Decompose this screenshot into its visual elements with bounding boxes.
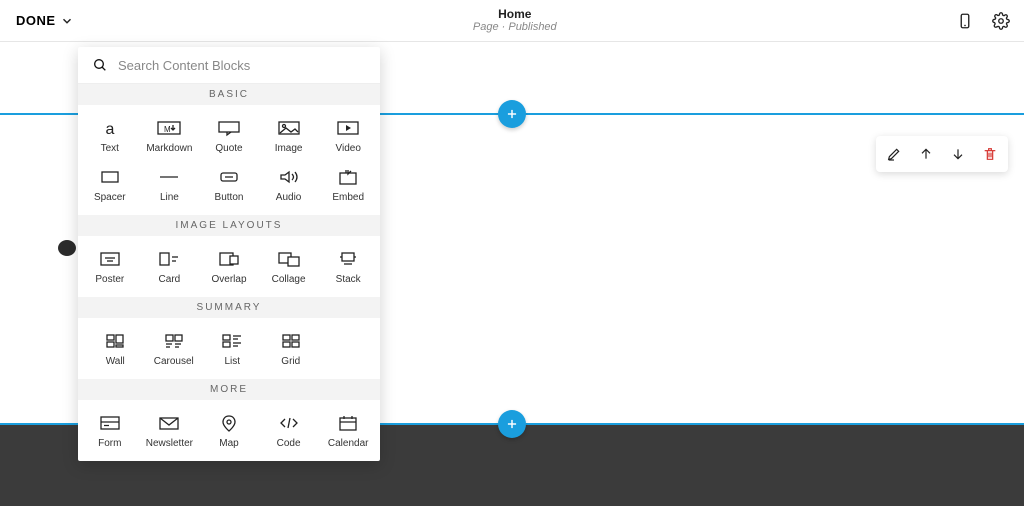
map-icon: [215, 414, 243, 432]
block-carousel[interactable]: Carousel: [145, 324, 204, 373]
block-poster[interactable]: Poster: [80, 242, 140, 291]
quote-icon: [215, 119, 243, 137]
block-map[interactable]: Map: [199, 406, 259, 455]
top-bar: DONE Home Page · Published: [0, 0, 1024, 42]
block-grid[interactable]: Grid: [262, 324, 321, 373]
edit-button[interactable]: [880, 140, 908, 168]
block-calendar[interactable]: Calendar: [318, 406, 378, 455]
add-section-button-bottom[interactable]: [498, 410, 526, 438]
move-down-button[interactable]: [944, 140, 972, 168]
grid-image-layouts: Poster Card Overlap Collage Stack: [78, 236, 380, 297]
newsletter-icon: [155, 414, 183, 432]
block-video[interactable]: Video: [318, 111, 378, 160]
overlap-icon: [215, 250, 243, 268]
gear-icon[interactable]: [992, 12, 1010, 30]
video-icon: [334, 119, 362, 137]
markdown-icon: M: [155, 119, 183, 137]
block-button[interactable]: Button: [199, 160, 259, 209]
page-title: Home: [473, 7, 557, 21]
block-newsletter[interactable]: Newsletter: [140, 406, 200, 455]
wall-icon: [101, 332, 129, 350]
block-insertion-marker[interactable]: [58, 240, 76, 256]
stack-icon: [334, 250, 362, 268]
embed-icon: [334, 168, 362, 186]
grid-basic: a Text M Markdown Quote Image Video S: [78, 105, 380, 215]
poster-icon: [96, 250, 124, 268]
svg-text:M: M: [164, 125, 171, 134]
search-input[interactable]: [118, 58, 366, 73]
image-icon: [275, 119, 303, 137]
block-code[interactable]: Code: [259, 406, 319, 455]
editor-canvas: BASIC a Text M Markdown Quote Image Vide…: [0, 42, 1024, 506]
search-icon: [92, 57, 108, 73]
code-icon: [275, 414, 303, 432]
delete-button[interactable]: [976, 140, 1004, 168]
mobile-preview-icon[interactable]: [956, 12, 974, 30]
grid-more: Form Newsletter Map Code Calendar: [78, 400, 380, 461]
page-subtitle: Page · Published: [473, 21, 557, 34]
block-list[interactable]: List: [203, 324, 262, 373]
block-markdown[interactable]: M Markdown: [140, 111, 200, 160]
section-header-image-layouts: IMAGE LAYOUTS: [78, 215, 380, 236]
block-audio[interactable]: Audio: [259, 160, 319, 209]
section-header-more: MORE: [78, 379, 380, 400]
section-header-basic: BASIC: [78, 84, 380, 105]
block-collage[interactable]: Collage: [259, 242, 319, 291]
block-wall[interactable]: Wall: [86, 324, 145, 373]
spacer-icon: [96, 168, 124, 186]
block-text[interactable]: a Text: [80, 111, 140, 160]
block-overlap[interactable]: Overlap: [199, 242, 259, 291]
collage-icon: [275, 250, 303, 268]
block-embed[interactable]: Embed: [318, 160, 378, 209]
page-title-block: Home Page · Published: [473, 7, 557, 35]
block-image[interactable]: Image: [259, 111, 319, 160]
move-up-button[interactable]: [912, 140, 940, 168]
block-action-toolbar: [876, 136, 1008, 172]
section-header-summary: SUMMARY: [78, 297, 380, 318]
calendar-icon: [334, 414, 362, 432]
block-spacer[interactable]: Spacer: [80, 160, 140, 209]
carousel-icon: [160, 332, 188, 350]
add-section-button-top[interactable]: [498, 100, 526, 128]
search-row: [78, 47, 380, 84]
audio-icon: [275, 168, 303, 186]
done-label: DONE: [16, 13, 56, 28]
card-icon: [155, 250, 183, 268]
block-quote[interactable]: Quote: [199, 111, 259, 160]
form-icon: [96, 414, 124, 432]
line-icon: [155, 168, 183, 186]
done-button[interactable]: DONE: [16, 13, 74, 28]
block-form[interactable]: Form: [80, 406, 140, 455]
chevron-down-icon: [60, 14, 74, 28]
content-block-picker: BASIC a Text M Markdown Quote Image Vide…: [78, 47, 380, 461]
button-icon: [215, 168, 243, 186]
block-stack[interactable]: Stack: [318, 242, 378, 291]
text-icon: a: [96, 119, 124, 137]
block-line[interactable]: Line: [140, 160, 200, 209]
grid-summary: Wall Carousel List Grid: [78, 318, 380, 379]
list-icon: [218, 332, 246, 350]
grid-icon: [277, 332, 305, 350]
block-card[interactable]: Card: [140, 242, 200, 291]
svg-text:a: a: [105, 121, 114, 137]
